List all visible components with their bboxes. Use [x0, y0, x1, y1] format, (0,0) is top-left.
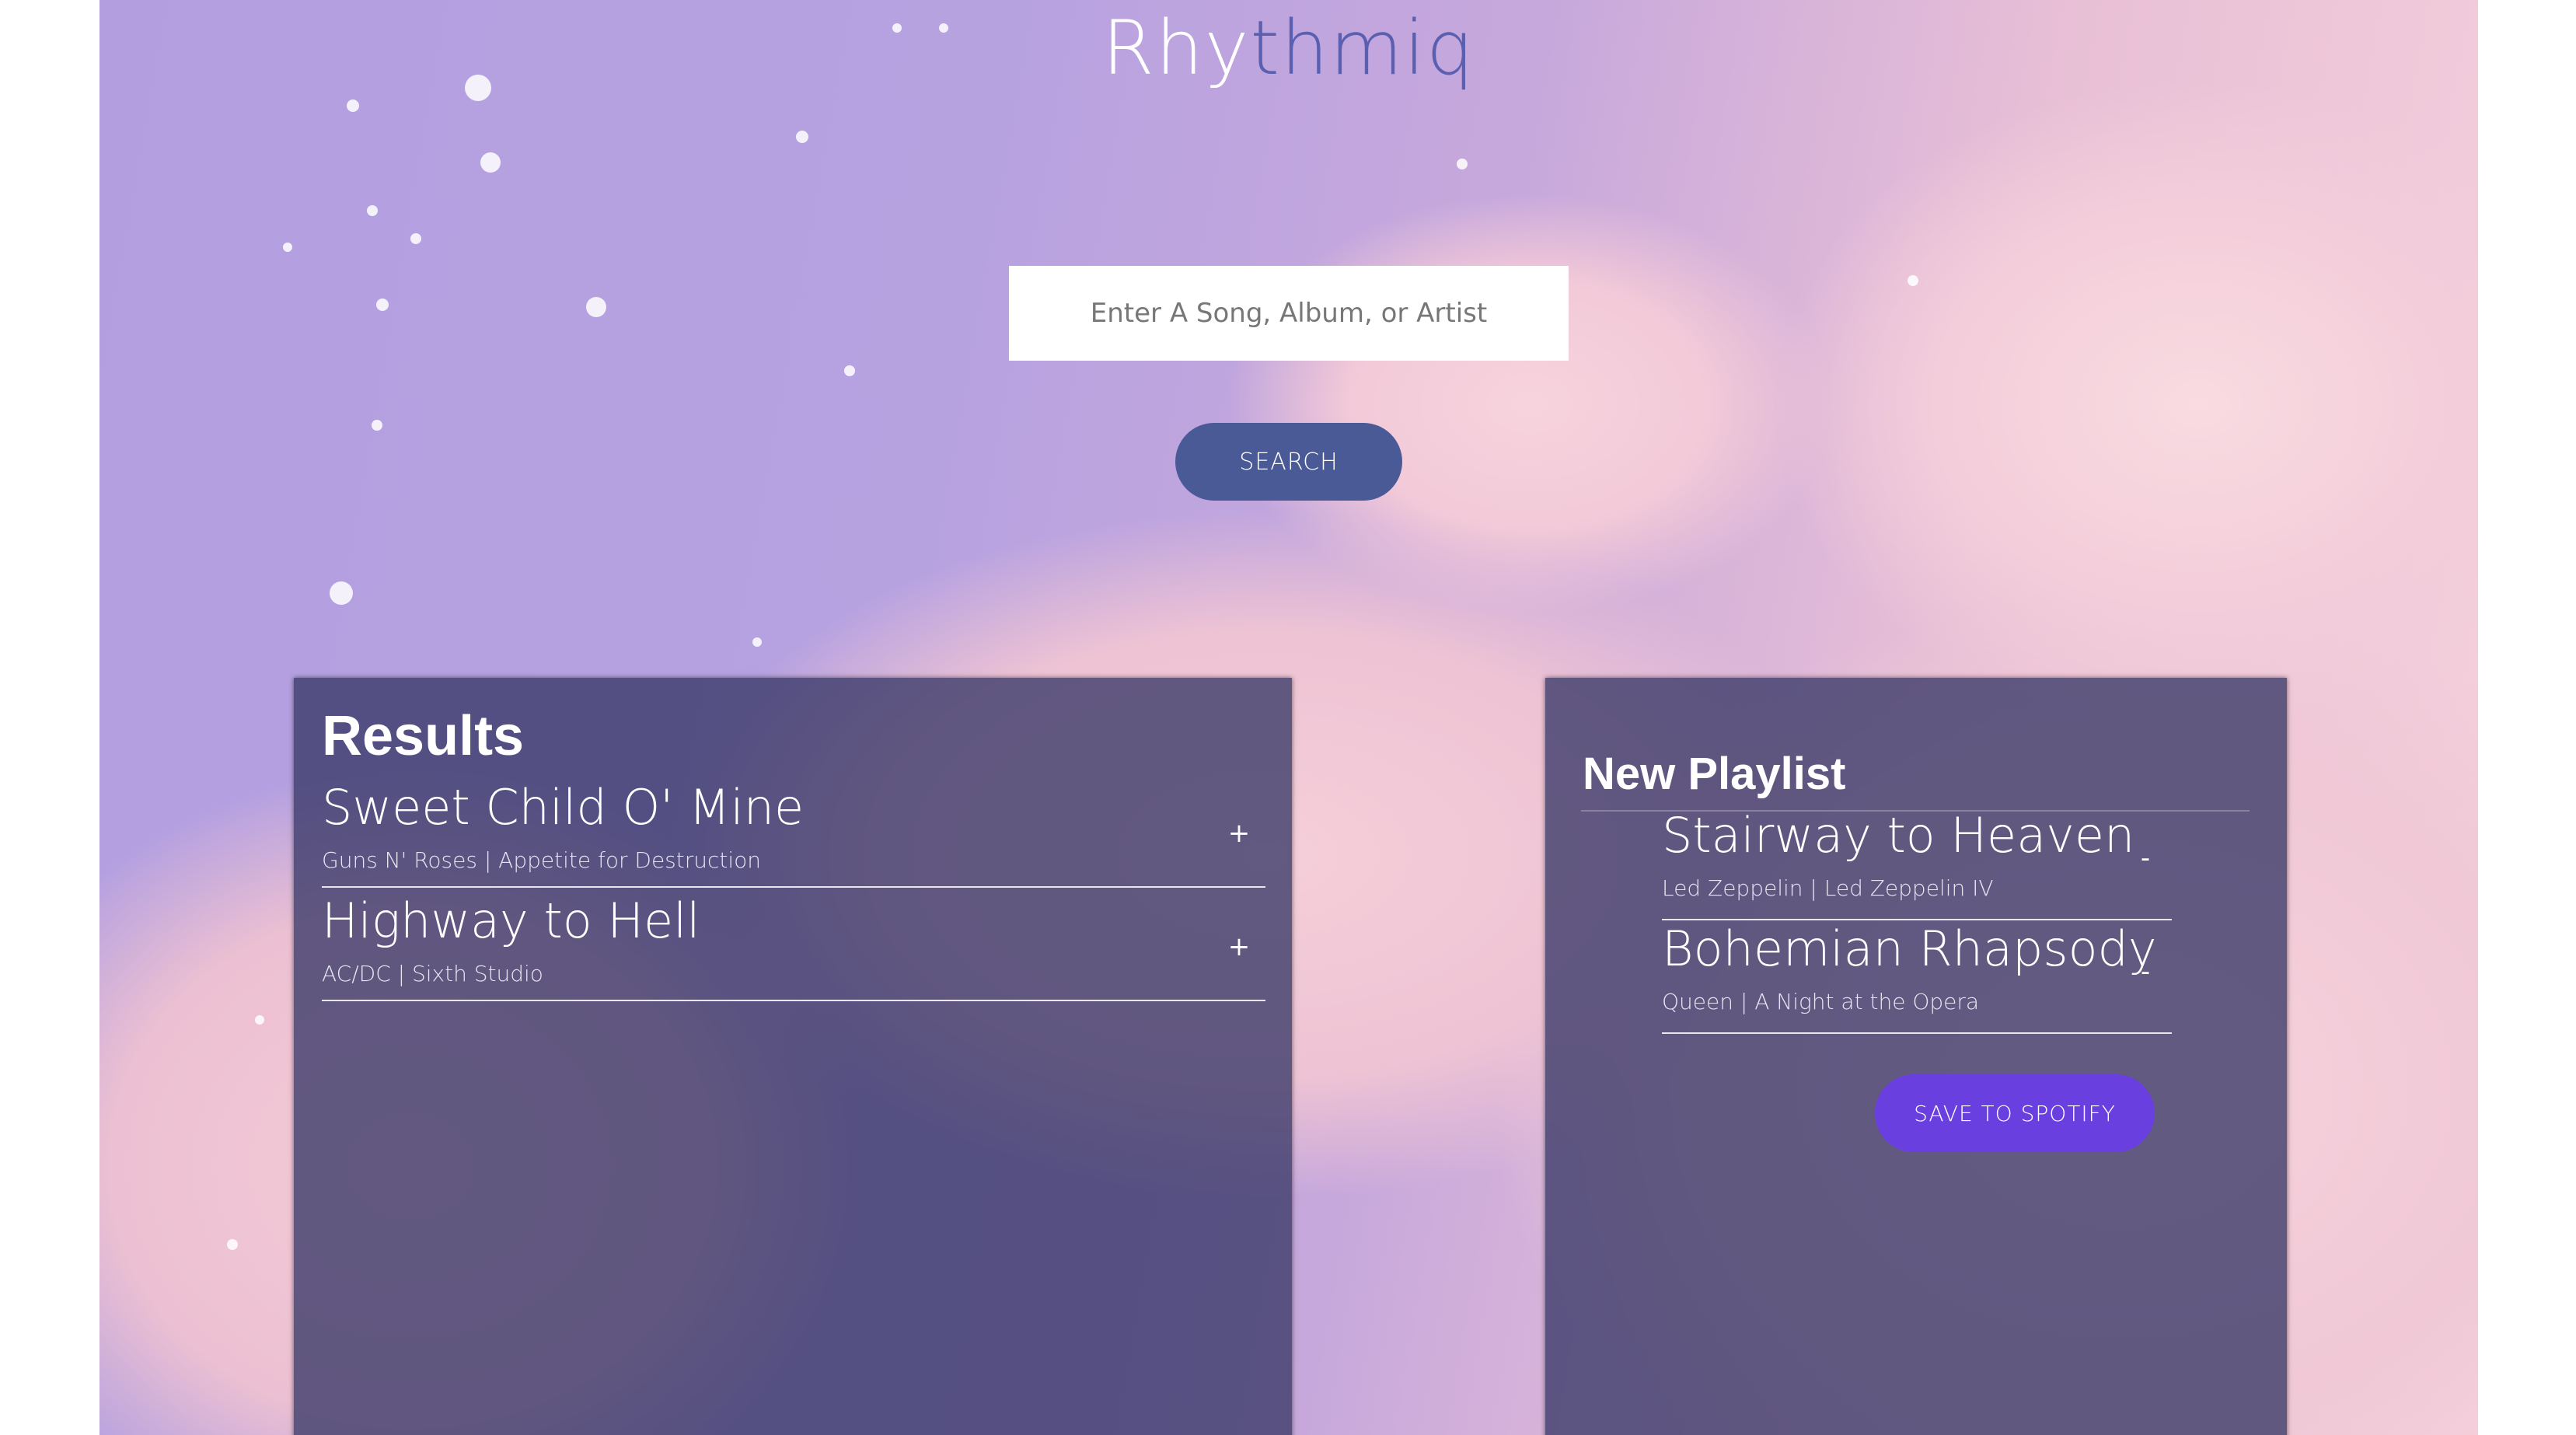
star-decoration [227, 1239, 238, 1250]
remove-track-button[interactable]: - [2130, 843, 2161, 874]
star-decoration [410, 233, 421, 244]
track-meta: AC/DC | Sixth Studio [322, 961, 543, 986]
star-decoration [796, 131, 808, 143]
star-decoration [480, 152, 501, 173]
playlist-track: Stairway to Heaven Led Zeppelin | Led Ze… [1662, 807, 2172, 920]
playlist-panel: New Playlist Stairway to Heaven Led Zepp… [1545, 678, 2287, 1435]
star-decoration [376, 299, 389, 311]
star-decoration [372, 420, 382, 431]
track-name: Bohemian Rhapsody [1662, 920, 2157, 977]
star-decoration [283, 243, 292, 252]
save-to-spotify-button[interactable]: SAVE TO SPOTIFY [1875, 1074, 2155, 1152]
star-decoration [330, 581, 353, 605]
star-decoration [586, 297, 606, 317]
track-meta: Led Zeppelin | Led Zeppelin IV [1662, 875, 1994, 901]
app-logo-part1: Rhy [1102, 5, 1251, 92]
star-decoration [1457, 159, 1468, 169]
track-name: Stairway to Heaven [1662, 807, 2135, 864]
add-track-button[interactable]: + [1223, 931, 1255, 962]
playlist-title[interactable]: New Playlist [1583, 748, 1845, 800]
star-decoration [347, 100, 359, 112]
playlist-track: Bohemian Rhapsody Queen | A Night at the… [1662, 920, 2172, 1034]
results-panel: Results Sweet Child O' Mine Guns N' Rose… [294, 678, 1292, 1435]
search-input[interactable] [1009, 266, 1569, 361]
background-stage: Rhythmiq SEARCH Results Sweet Child O' M… [99, 0, 2478, 1435]
star-decoration [844, 365, 855, 376]
star-decoration [1908, 275, 1918, 286]
add-track-button[interactable]: + [1223, 818, 1255, 849]
app-logo-part2: thmiq [1250, 5, 1475, 92]
track-meta: Guns N' Roses | Appetite for Destruction [322, 847, 762, 873]
track-name: Highway to Hell [322, 892, 700, 949]
app-logo: Rhythmiq [99, 5, 2478, 92]
star-decoration [752, 637, 762, 647]
result-track: Highway to Hell AC/DC | Sixth Studio + [322, 892, 1265, 1001]
star-decoration [255, 1015, 264, 1025]
track-name: Sweet Child O' Mine [322, 779, 805, 836]
star-decoration [367, 205, 378, 216]
track-meta: Queen | A Night at the Opera [1662, 989, 1980, 1014]
remove-track-button[interactable]: - [2130, 956, 2161, 987]
results-title: Results [322, 705, 525, 767]
result-track: Sweet Child O' Mine Guns N' Roses | Appe… [322, 779, 1265, 888]
search-button[interactable]: SEARCH [1175, 423, 1402, 501]
